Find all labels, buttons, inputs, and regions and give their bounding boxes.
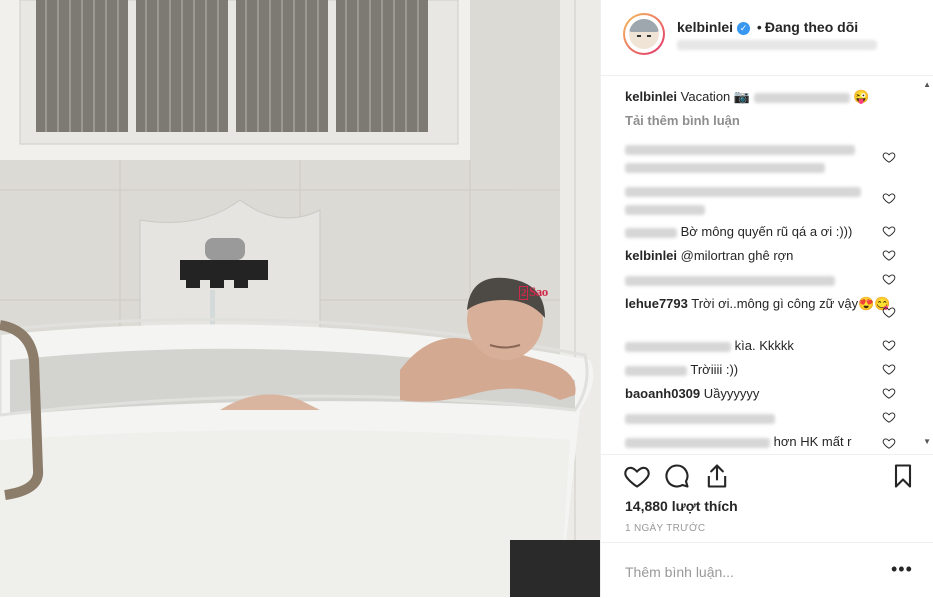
share-icon[interactable]: [703, 462, 731, 490]
verified-badge-icon: ✓: [737, 22, 751, 35]
comment-username[interactable]: kelbinlei: [625, 248, 677, 263]
heart-icon[interactable]: [882, 386, 896, 400]
caption-username[interactable]: kelbinlei: [625, 89, 677, 104]
caption-mention-blurred[interactable]: [753, 92, 850, 103]
heart-icon[interactable]: [882, 436, 896, 450]
heart-icon[interactable]: [882, 362, 896, 376]
comment-item: Trờiiii :)): [625, 361, 891, 379]
caption: kelbinlei Vacation 📷 😜: [625, 88, 891, 106]
watermark-logo: 2 Sao: [519, 284, 548, 300]
comment-username[interactable]: baoanh0309: [625, 386, 700, 401]
avatar[interactable]: [623, 13, 665, 55]
add-comment-bar: Thêm bình luận... •••: [601, 542, 933, 598]
load-more-comments-link[interactable]: Tải thêm bình luận: [625, 113, 740, 128]
comment-item: baoanh0309 Uầyyyyyy: [625, 386, 760, 401]
heart-icon[interactable]: [882, 410, 896, 424]
post-side-panel: kelbinlei ✓ • Đang theo dõi kelbinlei Vaca…: [600, 0, 933, 597]
comment-item: kìa. Kkkkk: [625, 337, 891, 355]
comment-item: [625, 409, 891, 427]
comment-item: [625, 182, 891, 218]
bathtub-photo-illustration: [0, 0, 600, 597]
heart-icon[interactable]: [882, 248, 896, 262]
heart-icon[interactable]: [882, 272, 896, 286]
post-header: kelbinlei ✓ • Đang theo dõi: [601, 0, 933, 76]
comment-item: kelbinlei @milortran ghê rợn: [625, 248, 794, 263]
comment-item: [625, 140, 891, 176]
header-user-line: kelbinlei ✓ • Đang theo dõi: [677, 19, 858, 35]
heart-icon[interactable]: [882, 150, 896, 164]
post-timestamp[interactable]: 1 NGÀY TRƯỚC: [625, 523, 705, 534]
add-comment-input[interactable]: Thêm bình luận...: [625, 564, 734, 580]
action-bar: [623, 462, 923, 492]
header-username-link[interactable]: kelbinlei: [677, 19, 733, 35]
comment-item: hơn HK mất r: [625, 433, 891, 451]
heart-icon[interactable]: [882, 224, 896, 238]
heart-icon[interactable]: [882, 191, 896, 205]
comment-username[interactable]: lehue7793: [625, 296, 688, 311]
heart-icon[interactable]: [882, 305, 896, 319]
like-count[interactable]: 14,880 lượt thích: [625, 498, 738, 514]
divider: [601, 454, 933, 455]
comment-bubble-icon[interactable]: [663, 462, 691, 490]
caption-emoji: 😜: [853, 89, 870, 104]
more-options-icon[interactable]: •••: [891, 559, 913, 580]
follow-status-button[interactable]: Đang theo dõi: [765, 19, 858, 35]
comment-item: [625, 271, 891, 289]
scroll-up-arrow-icon[interactable]: ▲: [923, 80, 931, 89]
caption-text: Vacation 📷: [680, 89, 751, 104]
scroll-down-arrow-icon[interactable]: ▼: [923, 437, 931, 446]
separator-dot: •: [756, 19, 762, 35]
heart-icon[interactable]: [882, 338, 896, 352]
like-heart-icon[interactable]: [623, 462, 651, 490]
comment-item: Bờ mông quyến rũ qá a ơi :))): [625, 223, 891, 241]
bookmark-icon[interactable]: [889, 462, 917, 490]
comments-list[interactable]: kelbinlei Vacation 📷 😜 Tải thêm bình luậ…: [601, 76, 933, 454]
location-blurred[interactable]: [677, 40, 877, 50]
post-photo[interactable]: 2 Sao: [0, 0, 600, 597]
comment-item: lehue7793 Trời ơi..mông gì công zữ vậy😍😋: [625, 296, 891, 311]
instagram-post-modal: 2 Sao kelbinlei ✓ • Đang theo dõi kelbinlei…: [0, 0, 933, 597]
